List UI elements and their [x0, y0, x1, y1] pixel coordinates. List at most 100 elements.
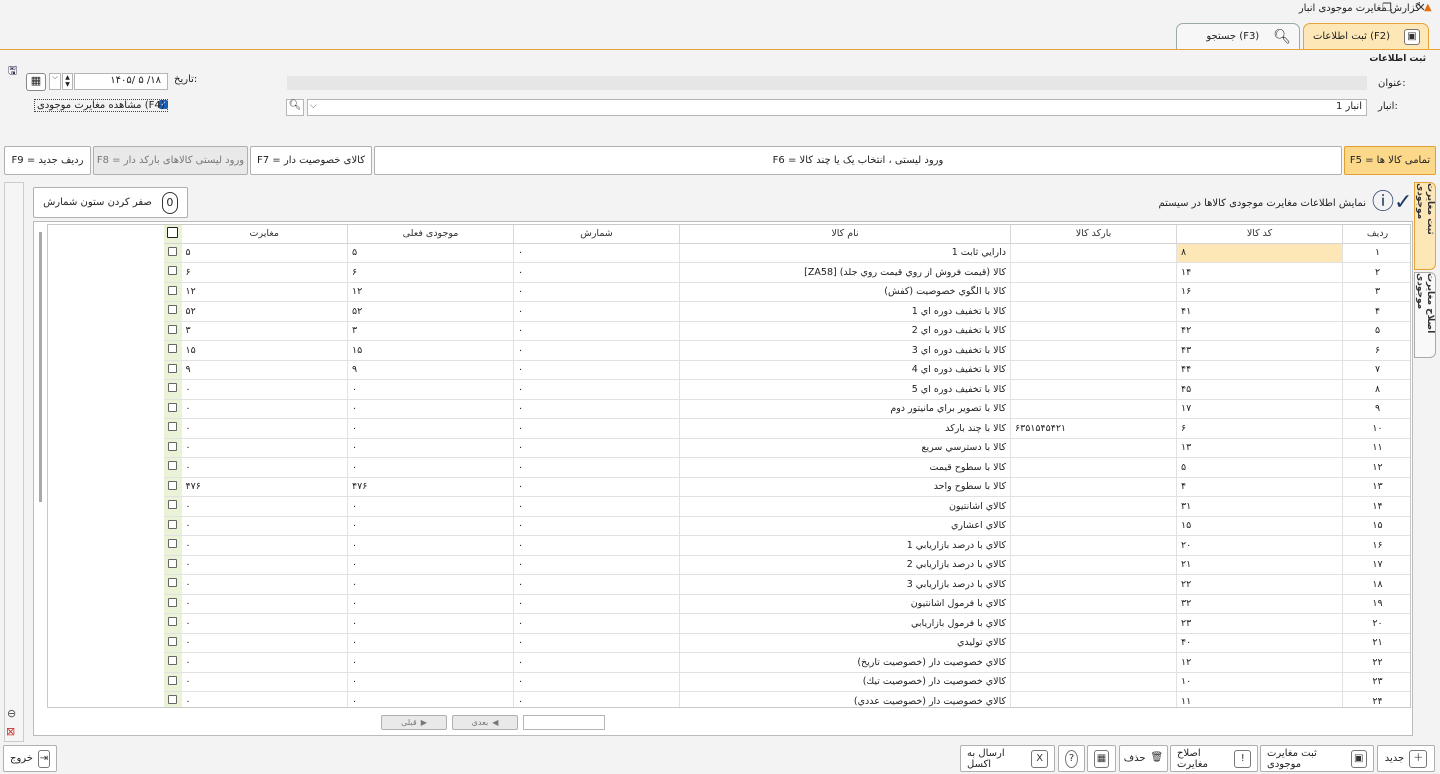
- row-checkbox[interactable]: [163, 516, 182, 536]
- cell-code[interactable]: ۱۴: [1176, 262, 1343, 283]
- row-checkbox[interactable]: [163, 418, 182, 439]
- cell-current[interactable]: ۵۲: [347, 301, 514, 322]
- col-count[interactable]: شمارش: [513, 225, 680, 244]
- cell-name[interactable]: كالاي با درصد بازاريابي 2: [679, 555, 1011, 575]
- restore-icon[interactable]: ❐: [1377, 1, 1397, 15]
- cell-barcode[interactable]: [1010, 574, 1177, 595]
- cell-row[interactable]: ۱۹: [1342, 594, 1410, 614]
- table-row[interactable]: ۱۳ ۴ كالا با سطوح واحد ۰ ۴۷۶ ۴۷۶: [49, 477, 1410, 497]
- cell-diff[interactable]: ۵: [181, 243, 348, 263]
- cell-row[interactable]: ۱۰: [1342, 418, 1410, 439]
- cell-name[interactable]: كالاي توليدي: [679, 633, 1011, 653]
- cell-barcode[interactable]: [1010, 301, 1177, 322]
- cell-name[interactable]: كالاي با درصد بازاريابي 1: [679, 535, 1011, 556]
- remove-row-icon[interactable]: ⊠: [6, 725, 15, 738]
- cell-current[interactable]: ۰: [347, 438, 514, 458]
- table-row[interactable]: ۲ ۱۴ كالا (قيمت فروش از روي قيمت روي جلد) …: [49, 262, 1410, 283]
- page-input[interactable]: [523, 715, 605, 730]
- delete-button[interactable]: حذف 🗑︎: [1119, 745, 1168, 772]
- cell-diff[interactable]: ۰: [181, 652, 348, 673]
- cell-name[interactable]: كالا با تخفيف دوره اي 1: [679, 301, 1011, 322]
- row-checkbox[interactable]: [163, 672, 182, 692]
- cell-diff[interactable]: ۱۵: [181, 340, 348, 361]
- cell-diff[interactable]: ۰: [181, 438, 348, 458]
- cell-current[interactable]: ۰: [347, 652, 514, 673]
- cell-diff[interactable]: ۰: [181, 691, 348, 707]
- cell-current[interactable]: ۴۷۶: [347, 477, 514, 497]
- row-checkbox[interactable]: [163, 438, 182, 458]
- cell-name[interactable]: كالاي با فرمول بازاريابي: [679, 613, 1011, 634]
- col-barcode[interactable]: بارکد کالا: [1010, 225, 1177, 244]
- cell-current[interactable]: ۰: [347, 672, 514, 692]
- cell-barcode[interactable]: [1010, 379, 1177, 400]
- cell-code[interactable]: ۱۶: [1176, 282, 1343, 302]
- cell-name[interactable]: كالا با تخفيف دوره اي 5: [679, 379, 1011, 400]
- cell-count[interactable]: ۰: [513, 477, 680, 497]
- cell-diff[interactable]: ۰: [181, 672, 348, 692]
- cell-count[interactable]: ۰: [513, 613, 680, 634]
- cell-barcode[interactable]: [1010, 477, 1177, 497]
- cell-count[interactable]: ۰: [513, 691, 680, 707]
- minus-circle-icon[interactable]: ⊖: [7, 707, 16, 720]
- cell-current[interactable]: ۱۵: [347, 340, 514, 361]
- cell-row[interactable]: ۱۲: [1342, 457, 1410, 478]
- col-code[interactable]: کد کالا: [1176, 225, 1343, 244]
- cell-diff[interactable]: ۰: [181, 574, 348, 595]
- row-checkbox[interactable]: [163, 594, 182, 614]
- cell-diff[interactable]: ۰: [181, 496, 348, 517]
- cell-barcode[interactable]: [1010, 243, 1177, 263]
- cell-current[interactable]: ۰: [347, 574, 514, 595]
- help-button[interactable]: ?: [1058, 745, 1085, 772]
- cell-barcode[interactable]: [1010, 516, 1177, 536]
- cell-name[interactable]: كالاي با فرمول اشانتيون: [679, 594, 1011, 614]
- cell-diff[interactable]: ۰: [181, 516, 348, 536]
- table-row[interactable]: ۹ ۱۷ كالا با تصوير براي مانيتور دوم ۰ ۰ ۰: [49, 399, 1410, 419]
- cell-diff[interactable]: ۰: [181, 613, 348, 634]
- col-row[interactable]: ردیف: [1342, 225, 1410, 244]
- cell-count[interactable]: ۰: [513, 594, 680, 614]
- table-row[interactable]: ۲۰ ۲۳ كالاي با فرمول بازاريابي ۰ ۰ ۰: [49, 613, 1410, 634]
- cell-code[interactable]: ۳۱: [1176, 496, 1343, 517]
- row-checkbox[interactable]: [163, 379, 182, 400]
- exit-button[interactable]: خروج ⇥: [3, 745, 57, 772]
- cell-diff[interactable]: ۰: [181, 418, 348, 439]
- table-row[interactable]: ۳ ۱۶ كالا با الگوي خصوصيت (كفش) ۰ ۱۲ ۱۲: [49, 282, 1410, 302]
- cell-current[interactable]: ۱۲: [347, 282, 514, 302]
- cell-row[interactable]: ۱: [1342, 243, 1410, 263]
- cell-barcode[interactable]: [1010, 457, 1177, 478]
- cell-row[interactable]: ۱۵: [1342, 516, 1410, 536]
- cell-diff[interactable]: ۱۲: [181, 282, 348, 302]
- cell-code[interactable]: ۱۲: [1176, 652, 1343, 673]
- cell-barcode[interactable]: [1010, 496, 1177, 517]
- prev-page-button[interactable]: قبلی ▶: [381, 715, 447, 730]
- cell-barcode[interactable]: [1010, 262, 1177, 283]
- row-checkbox[interactable]: [163, 340, 182, 361]
- cell-code[interactable]: ۱۳: [1176, 438, 1343, 458]
- cell-barcode[interactable]: [1010, 691, 1177, 707]
- cell-barcode[interactable]: [1010, 438, 1177, 458]
- table-row[interactable]: ۱۵ ۱۵ كالاي اعشاري ۰ ۰ ۰: [49, 516, 1410, 536]
- cell-row[interactable]: ۴: [1342, 301, 1410, 322]
- row-checkbox[interactable]: [163, 282, 182, 302]
- cell-diff[interactable]: ۹: [181, 360, 348, 380]
- close-icon[interactable]: ✕: [1411, 1, 1431, 15]
- cell-barcode[interactable]: [1010, 672, 1177, 692]
- row-checkbox[interactable]: [163, 243, 182, 263]
- excel-export-button[interactable]: ارسال به اکسل X: [960, 745, 1055, 772]
- cell-diff[interactable]: ۰: [181, 535, 348, 556]
- cell-row[interactable]: ۱۶: [1342, 535, 1410, 556]
- row-checkbox[interactable]: [163, 613, 182, 634]
- table-row[interactable]: ۱۰ ۶ ۶۳۵۱۵۴۵۴۲۱ كالا با چند باركد ۰ ۰ ۰: [49, 418, 1410, 439]
- chevron-down-icon[interactable]: ⌵: [310, 101, 317, 111]
- cell-code[interactable]: ۵: [1176, 457, 1343, 478]
- cell-name[interactable]: كالا با تصوير براي مانيتور دوم: [679, 399, 1011, 419]
- cell-code[interactable]: ۸: [1176, 243, 1343, 263]
- table-row[interactable]: ۲۴ ۱۱ كالاي خصوصيت دار (خصوصيت عددي) ۰ ۰ ۰: [49, 691, 1410, 707]
- row-checkbox[interactable]: [163, 574, 182, 595]
- new-button[interactable]: جدید ＋: [1377, 745, 1435, 772]
- cell-name[interactable]: كالا با سطوح واحد: [679, 477, 1011, 497]
- table-row[interactable]: ۱۴ ۳۱ كالاي اشانتيون ۰ ۰ ۰: [49, 496, 1410, 517]
- cell-barcode[interactable]: [1010, 555, 1177, 575]
- list-input-button[interactable]: F6 = ورود لیستی ، انتخاب یک یا چند کالا: [374, 146, 1342, 175]
- cell-diff[interactable]: ۳: [181, 321, 348, 341]
